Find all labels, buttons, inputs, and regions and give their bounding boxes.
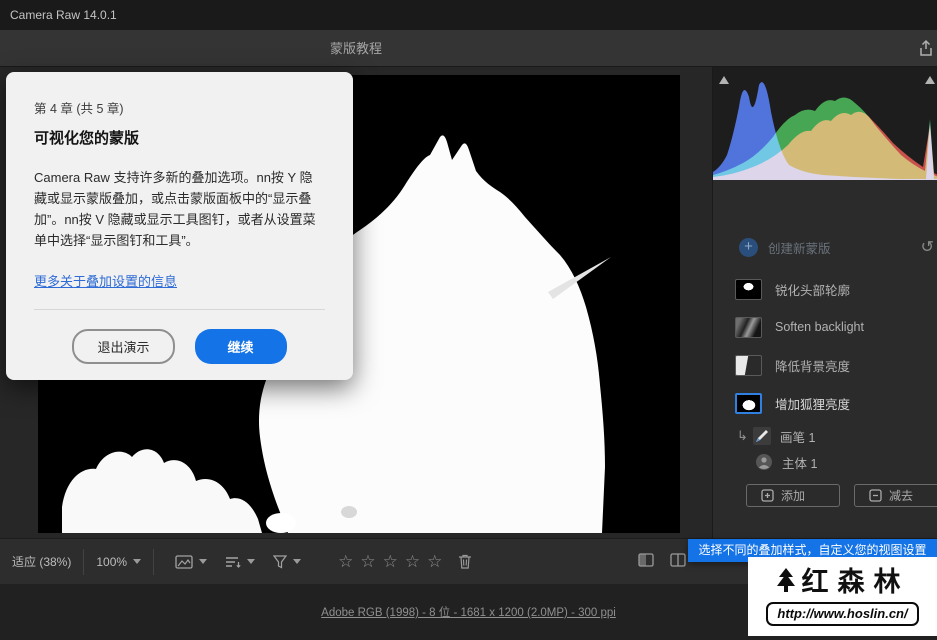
- histogram[interactable]: [713, 67, 937, 180]
- before-after-icon[interactable]: [638, 552, 654, 572]
- zoom-level-control[interactable]: 100%: [96, 555, 127, 569]
- star-icon[interactable]: ☆: [338, 553, 353, 570]
- star-rating: ☆ ☆ ☆ ☆ ☆: [338, 553, 442, 570]
- create-new-mask-label: 创建新蒙版: [768, 241, 831, 256]
- continue-button[interactable]: 继续: [194, 329, 287, 365]
- subject-icon: [755, 453, 773, 471]
- chevron-down-icon[interactable]: [133, 559, 142, 564]
- star-icon[interactable]: ☆: [360, 553, 375, 570]
- subtract-icon: [869, 489, 882, 502]
- mask-item-label: 锐化头部轮廓: [775, 283, 851, 298]
- right-panel: + 创建新蒙版 ↺ 锐化头部轮廓 Soften backlight 降低背景亮度…: [712, 67, 937, 538]
- chevron-down-icon: [293, 559, 302, 564]
- star-icon[interactable]: ☆: [427, 553, 442, 570]
- view-toggle-icons: [638, 539, 686, 585]
- trash-icon[interactable]: [458, 554, 472, 569]
- reset-icon[interactable]: ↺: [921, 237, 934, 257]
- chevron-down-icon: [247, 559, 256, 564]
- sort-order-icon[interactable]: [225, 555, 256, 569]
- mask-thumbnail-selected: [735, 392, 762, 414]
- dialog-title: 可视化您的蒙版: [34, 130, 140, 147]
- preview-mode-icon[interactable]: [175, 554, 208, 569]
- split-view-icon[interactable]: [670, 552, 686, 572]
- star-icon[interactable]: ☆: [383, 553, 398, 570]
- window-title: Camera Raw 14.0.1: [10, 8, 117, 22]
- mask-component-brush[interactable]: ↳ 画笔 1: [713, 424, 937, 448]
- tutorial-header-bar: 蒙版教程: [0, 30, 937, 67]
- branch-arrow-icon: ↳: [737, 428, 748, 443]
- watermark-url: http://www.hoslin.cn/: [766, 602, 919, 626]
- export-icon[interactable]: [919, 39, 937, 59]
- overlay-settings-link[interactable]: 更多关于叠加设置的信息: [34, 271, 177, 290]
- watermark-header: 红森林: [776, 567, 910, 598]
- mask-item-label: 增加狐狸亮度: [775, 397, 851, 412]
- dialog-buttons-row: 退出演示 继续: [34, 329, 325, 365]
- tree-icon: [776, 567, 796, 598]
- mask-thumbnail: [735, 316, 762, 338]
- dialog-chapter: 第 4 章 (共 5 章): [34, 102, 124, 116]
- mask-thumbnail: [735, 354, 762, 376]
- histogram-plot: [713, 67, 937, 180]
- add-icon: [761, 489, 774, 502]
- subtract-from-mask-button[interactable]: 减去: [854, 484, 937, 507]
- mask-actions-row: 添加 减去: [713, 484, 937, 507]
- plus-circle-icon: +: [739, 237, 758, 257]
- tutorial-dialog: 第 4 章 (共 5 章) 可视化您的蒙版 Camera Raw 支持许多新的叠…: [6, 72, 353, 380]
- highlight-clipping-icon[interactable]: [924, 72, 936, 84]
- star-icon[interactable]: ☆: [405, 553, 420, 570]
- create-new-mask-button[interactable]: + 创建新蒙版 ↺: [713, 232, 937, 262]
- mask-item-label: Soften backlight: [775, 320, 864, 334]
- mask-item-lower-background[interactable]: 降低背景亮度: [713, 346, 937, 384]
- mask-item-soften-backlight[interactable]: Soften backlight: [713, 308, 937, 346]
- chevron-down-icon: [199, 559, 208, 564]
- exit-demo-button[interactable]: 退出演示: [72, 329, 175, 365]
- dialog-divider: [34, 309, 325, 311]
- mask-component-label: 主体 1: [782, 456, 818, 471]
- mask-item-sharpen-head[interactable]: 锐化头部轮廓: [713, 270, 937, 308]
- shadow-clipping-icon[interactable]: [718, 72, 730, 84]
- filter-icon[interactable]: [273, 554, 302, 569]
- watermark-brand: 红森林: [801, 567, 910, 598]
- mask-item-brighten-fox[interactable]: 增加狐狸亮度: [713, 384, 937, 422]
- mask-component-subject[interactable]: 主体 1: [713, 450, 937, 474]
- watermark: 红森林 http://www.hoslin.cn/: [748, 557, 937, 636]
- add-button-label: 添加: [781, 489, 806, 503]
- zoom-fit-control[interactable]: 适应 (38%): [12, 553, 71, 570]
- mask-thumbnail: [735, 278, 762, 300]
- masks-panel: + 创建新蒙版 ↺ 锐化头部轮廓 Soften backlight 降低背景亮度…: [713, 180, 937, 538]
- add-to-mask-button[interactable]: 添加: [746, 484, 840, 507]
- toolbar-divider: [153, 548, 155, 575]
- window-titlebar: Camera Raw 14.0.1: [0, 0, 937, 30]
- tutorial-header-title: 蒙版教程: [329, 41, 382, 56]
- camera-raw-window: Camera Raw 14.0.1 蒙版教程 + 创建新蒙版 ↺ 锐化头部轮廓 …: [0, 0, 937, 640]
- subtract-button-label: 减去: [889, 489, 914, 503]
- toolbar-divider: [83, 548, 85, 575]
- brush-icon: [753, 427, 771, 445]
- mask-item-label: 降低背景亮度: [775, 359, 851, 374]
- mask-component-label: 画笔 1: [780, 430, 816, 445]
- dialog-body-text: Camera Raw 支持许多新的叠加选项。nn按 Y 隐藏或显示蒙版叠加，或点…: [34, 170, 316, 249]
